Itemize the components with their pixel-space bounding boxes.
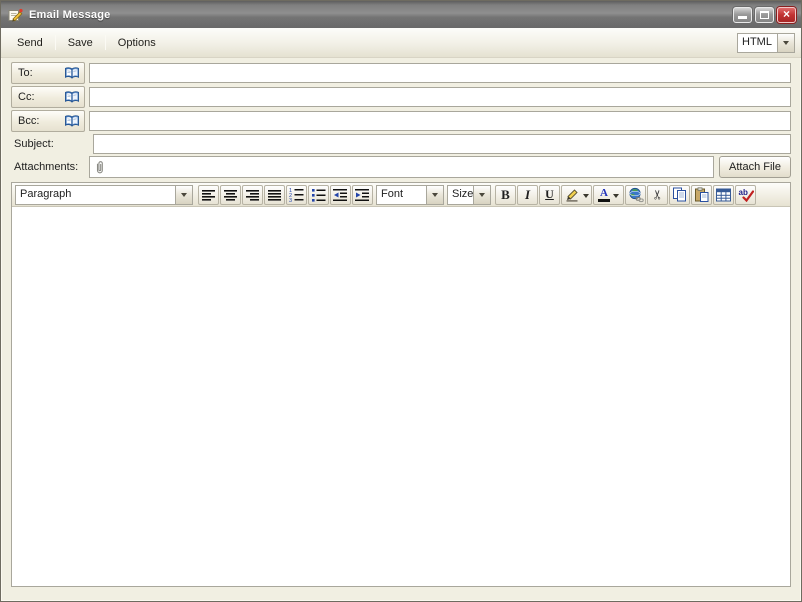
cc-row: Cc:	[11, 86, 791, 108]
bcc-button[interactable]: Bcc:	[11, 110, 85, 132]
html-editor: Paragraph	[11, 182, 791, 587]
compose-icon	[6, 7, 24, 23]
align-center-icon	[224, 188, 238, 202]
address-book-icon	[64, 66, 80, 80]
main-toolbar: Send Save Options HTML	[1, 28, 801, 58]
attachments-field[interactable]	[89, 156, 714, 178]
cut-button[interactable]: ✂	[647, 185, 668, 205]
justify-icon	[268, 188, 282, 202]
to-input[interactable]	[89, 63, 791, 83]
cc-input[interactable]	[89, 87, 791, 107]
align-center-button[interactable]	[220, 185, 241, 205]
chevron-down-icon[interactable]	[426, 186, 443, 204]
size-select-value: Size	[448, 186, 473, 204]
spellcheck-icon: ab	[738, 187, 754, 202]
outdent-button[interactable]	[330, 185, 351, 205]
address-book-icon	[64, 114, 80, 128]
titlebar[interactable]: Email Message ×	[1, 1, 801, 28]
maximize-icon	[760, 11, 769, 19]
paragraph-select-value: Paragraph	[16, 186, 175, 204]
align-right-icon	[246, 188, 260, 202]
bold-button[interactable]: B	[495, 185, 516, 205]
align-right-button[interactable]	[242, 185, 263, 205]
to-label: To:	[18, 67, 64, 79]
attachments-label: Attachments:	[11, 161, 89, 173]
unordered-list-button[interactable]	[308, 185, 329, 205]
bcc-label: Bcc:	[18, 115, 64, 127]
copy-icon	[672, 187, 687, 202]
paste-button[interactable]	[691, 185, 712, 205]
chevron-down-icon[interactable]	[175, 186, 192, 204]
format-select-value: HTML	[738, 34, 777, 52]
align-left-icon	[202, 188, 216, 202]
to-row: To:	[11, 62, 791, 84]
toolbar-separator	[105, 35, 106, 50]
spellcheck-text: ab	[738, 188, 747, 197]
chevron-down-icon[interactable]	[473, 186, 490, 204]
format-select[interactable]: HTML	[737, 33, 795, 53]
minimize-icon	[738, 16, 747, 19]
insert-table-button[interactable]	[713, 185, 734, 205]
align-left-button[interactable]	[198, 185, 219, 205]
maximize-button[interactable]	[755, 7, 774, 23]
unordered-list-icon	[311, 187, 326, 202]
insert-link-button[interactable]	[625, 185, 646, 205]
format-toolbar: Paragraph	[12, 183, 790, 207]
cc-button[interactable]: Cc:	[11, 86, 85, 108]
address-book-icon	[64, 90, 80, 104]
spellcheck-button[interactable]: ab	[735, 185, 756, 205]
insert-table-icon	[716, 188, 731, 202]
subject-label: Subject:	[11, 138, 89, 150]
cut-icon: ✂	[651, 189, 664, 200]
bcc-input[interactable]	[89, 111, 791, 131]
highlight-color-icon	[565, 187, 580, 202]
window-controls: ×	[730, 7, 796, 23]
toolbar-separator	[55, 35, 56, 50]
save-button[interactable]: Save	[58, 34, 103, 52]
options-button[interactable]: Options	[108, 34, 166, 52]
attachments-row: Attachments: Attach File	[11, 156, 791, 178]
subject-row: Subject:	[11, 134, 791, 154]
to-button[interactable]: To:	[11, 62, 85, 84]
editor-body[interactable]	[12, 207, 790, 586]
underline-button[interactable]: U	[539, 185, 560, 205]
outdent-icon	[333, 188, 348, 202]
indent-button[interactable]	[352, 185, 373, 205]
copy-button[interactable]	[669, 185, 690, 205]
indent-icon	[355, 188, 370, 202]
subject-input[interactable]	[93, 134, 791, 154]
font-select-value: Font	[377, 186, 426, 204]
bold-icon: B	[501, 187, 510, 203]
size-select[interactable]: Size	[447, 185, 491, 205]
ordered-list-icon: 1 2 3	[289, 187, 304, 202]
font-color-button[interactable]: A	[593, 185, 624, 205]
cc-label: Cc:	[18, 91, 64, 103]
paragraph-select[interactable]: Paragraph	[15, 185, 193, 205]
compose-form: To: Cc:	[1, 58, 801, 180]
italic-icon: I	[525, 187, 530, 203]
close-button[interactable]: ×	[777, 7, 796, 23]
paperclip-icon	[94, 160, 106, 175]
send-button[interactable]: Send	[7, 34, 53, 52]
justify-button[interactable]	[264, 185, 285, 205]
highlight-color-button[interactable]	[561, 185, 592, 205]
chevron-down-icon	[583, 194, 589, 201]
paste-icon	[694, 187, 709, 202]
close-icon: ×	[783, 8, 790, 20]
email-message-window: Email Message × Send Save Options HTML T…	[0, 0, 802, 602]
underline-icon: U	[545, 187, 554, 202]
attach-file-button[interactable]: Attach File	[719, 156, 791, 178]
italic-button[interactable]: I	[517, 185, 538, 205]
font-color-icon: A	[598, 188, 610, 202]
chevron-down-icon	[613, 194, 619, 201]
minimize-button[interactable]	[733, 7, 752, 23]
chevron-down-icon[interactable]	[777, 34, 794, 52]
bcc-row: Bcc:	[11, 110, 791, 132]
ordered-list-button[interactable]: 1 2 3	[286, 185, 307, 205]
insert-link-icon	[628, 187, 644, 203]
font-select[interactable]: Font	[376, 185, 444, 205]
window-title: Email Message	[29, 9, 110, 21]
svg-text:3: 3	[289, 198, 292, 202]
